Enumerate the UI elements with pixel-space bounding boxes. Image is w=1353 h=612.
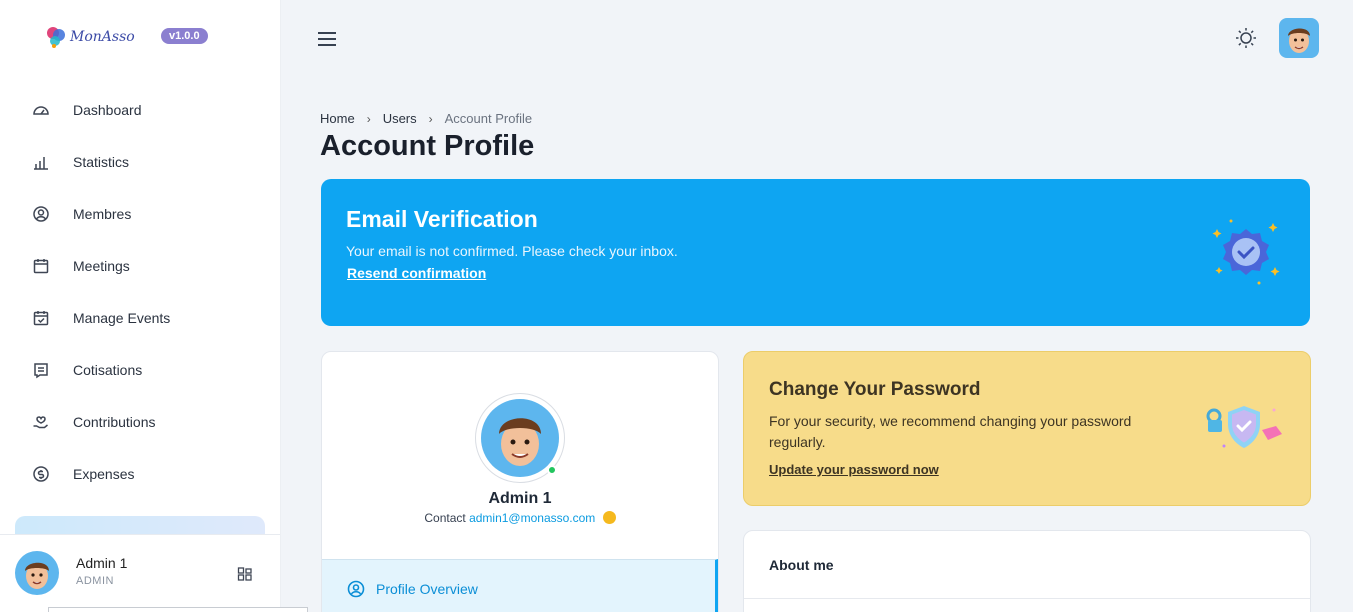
sidebar-item-manage-events[interactable]: Manage Events xyxy=(32,305,170,331)
bar-chart-icon xyxy=(34,157,48,170)
chevron-right-icon: › xyxy=(366,111,371,126)
sidebar-item-cotisations[interactable]: Cotisations xyxy=(32,357,142,383)
profile-contact: Contact admin1@monasso.com xyxy=(322,511,718,525)
sidebar-user-role: ADMIN xyxy=(76,575,114,587)
sidebar-item-label: Expenses xyxy=(73,466,135,482)
memoji-avatar-icon xyxy=(1288,28,1310,53)
sidebar-item-label: Contributions xyxy=(73,414,156,430)
sidebar-item-membres[interactable]: Membres xyxy=(32,201,131,227)
change-password-card: Change Your Password For your security, … xyxy=(743,351,1311,506)
hand-heart-icon xyxy=(33,416,48,429)
tab-label: Profile Overview xyxy=(376,581,478,597)
calendar-icon xyxy=(33,259,49,274)
resend-confirmation-link[interactable]: Resend confirmation xyxy=(347,265,486,281)
sidebar: MonAsso v1.0.0 Dashboard Statistics Memb… xyxy=(0,0,308,612)
hamburger-menu-icon[interactable] xyxy=(316,28,338,50)
version-badge: v1.0.0 xyxy=(161,28,208,44)
dollar-circle-icon xyxy=(33,466,49,482)
breadcrumb-current: Account Profile xyxy=(444,111,533,126)
sidebar-item-contributions[interactable]: Contributions xyxy=(32,409,156,435)
dashboard-gauge-icon xyxy=(33,106,49,115)
password-card-text: For your security, we recommend changing… xyxy=(769,413,1132,450)
user-circle-icon xyxy=(33,206,49,222)
sidebar-item-expenses[interactable]: Expenses xyxy=(32,461,134,487)
star-eyes-emoji-icon xyxy=(602,511,616,524)
sidebar-item-meetings[interactable]: Meetings xyxy=(32,253,130,279)
email-verification-banner: Email Verification Your email is not con… xyxy=(321,179,1310,326)
sidebar-item-label: Manage Events xyxy=(73,310,171,326)
online-status-dot xyxy=(547,465,557,475)
memoji-avatar-icon xyxy=(499,418,541,466)
tab-profile-overview[interactable]: Profile Overview xyxy=(322,559,718,612)
monasso-logo-icon xyxy=(47,27,65,48)
update-password-link[interactable]: Update your password now xyxy=(769,462,939,477)
sidebar-item-label: Membres xyxy=(73,206,132,222)
user-circle-icon xyxy=(347,580,365,598)
calendar-check-icon xyxy=(33,311,49,326)
scroll-strip xyxy=(48,607,308,612)
sun-theme-toggle-icon[interactable] xyxy=(1234,26,1258,50)
sidebar-item-dashboard[interactable]: Dashboard xyxy=(32,97,142,123)
sidebar-item-label: Dashboard xyxy=(73,102,142,118)
avatar xyxy=(15,551,59,595)
header-avatar[interactable] xyxy=(1279,18,1319,58)
apps-grid-icon[interactable] xyxy=(237,566,253,582)
avatar xyxy=(481,399,559,477)
email-banner-title: Email Verification xyxy=(346,206,538,232)
page-title: Account Profile xyxy=(320,130,535,162)
about-me-card: About me xyxy=(743,530,1311,612)
divider xyxy=(744,598,1310,599)
password-card-title: Change Your Password xyxy=(769,379,981,400)
email-banner-text: Your email is not confirmed. Please chec… xyxy=(346,243,678,259)
sidebar-item-label: Statistics xyxy=(73,154,130,170)
sidebar-item-label: Meetings xyxy=(73,258,130,274)
sidebar-item-label: Cotisations xyxy=(73,362,143,378)
breadcrumb: Home › Users › Account Profile xyxy=(320,111,532,126)
sidebar-user-name: Admin 1 xyxy=(76,555,128,571)
brand-name: MonAsso xyxy=(70,29,135,45)
brand-logo[interactable]: MonAsso xyxy=(44,24,135,50)
chevron-right-icon: › xyxy=(428,111,433,126)
verified-badge-icon xyxy=(1212,219,1280,285)
profile-email-link[interactable]: admin1@monasso.com xyxy=(469,511,595,525)
sidebar-item-statistics[interactable]: Statistics xyxy=(32,149,129,175)
about-title: About me xyxy=(769,557,834,573)
security-shield-icon xyxy=(1206,406,1282,448)
profile-name: Admin 1 xyxy=(488,490,552,507)
memoji-avatar-icon xyxy=(25,562,49,589)
sidebar-user-panel[interactable]: Admin 1 ADMIN xyxy=(0,534,280,612)
receipt-icon xyxy=(34,363,48,379)
contact-label: Contact xyxy=(424,511,466,525)
breadcrumb-users[interactable]: Users xyxy=(383,111,417,126)
profile-card: Admin 1 Contact admin1@monasso.com Profi… xyxy=(321,351,719,612)
breadcrumb-home[interactable]: Home xyxy=(320,111,355,126)
